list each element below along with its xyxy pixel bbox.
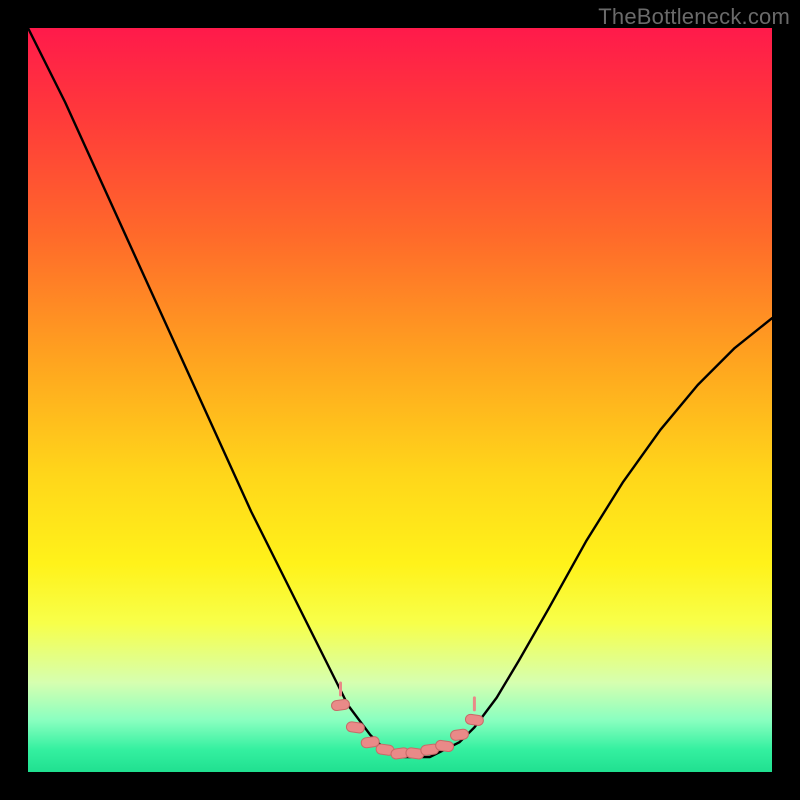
plot-frame: [28, 28, 772, 772]
watermark-text: TheBottleneck.com: [598, 4, 790, 30]
bottleneck-chart-svg: [28, 28, 772, 772]
marker-point: [465, 714, 484, 726]
marker-point: [331, 699, 350, 711]
bottleneck-curve: [28, 28, 772, 757]
marker-point: [450, 729, 469, 741]
highlight-markers: [331, 683, 484, 760]
